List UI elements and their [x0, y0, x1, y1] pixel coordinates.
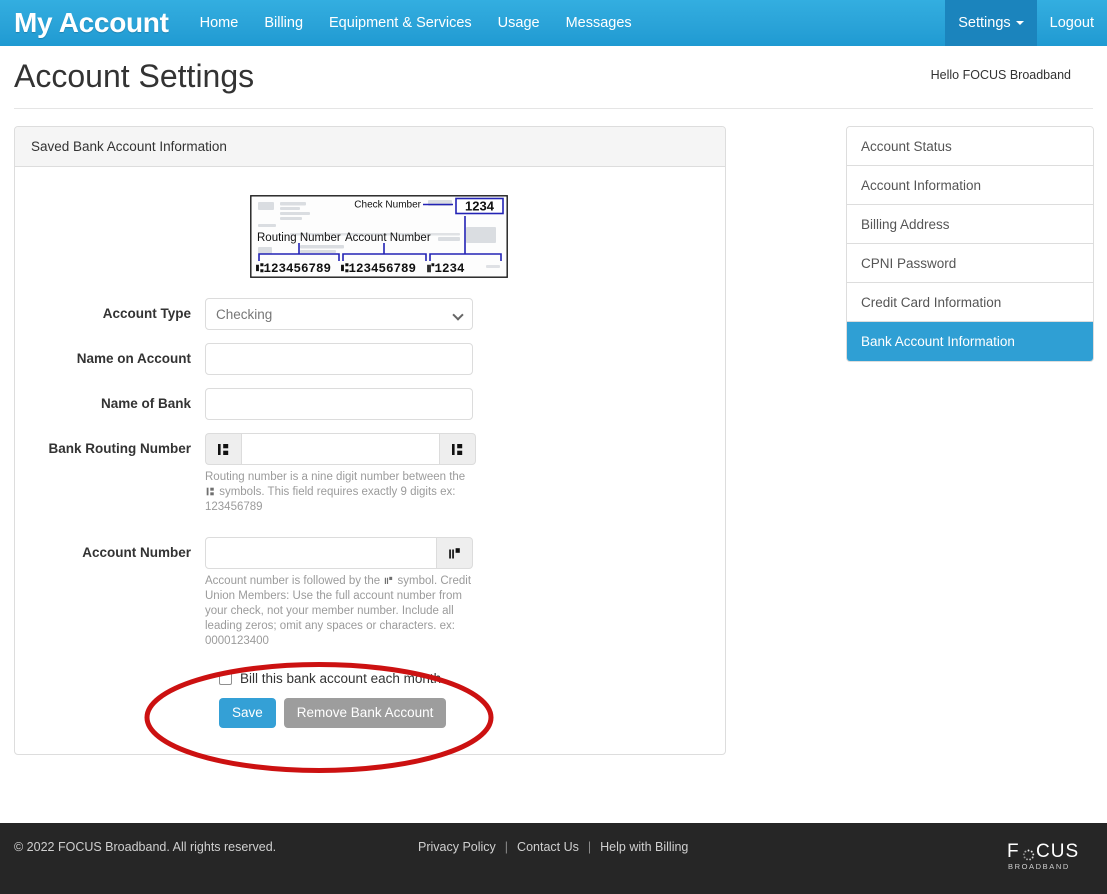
footer-logo: F CUS BROADBAND: [1007, 839, 1093, 878]
header-divider: [14, 108, 1093, 109]
sidebar-item-account-information[interactable]: Account Information: [847, 166, 1093, 205]
field-row-account-type: Account Type Checking Savings: [15, 298, 725, 330]
sample-check-image: 1234 Check Number Routing Number Account…: [33, 195, 725, 278]
footer-link-privacy-policy[interactable]: Privacy Policy: [418, 840, 496, 854]
nav-item-billing[interactable]: Billing: [251, 0, 316, 46]
svg-text:Routing Number: Routing Number: [257, 232, 341, 244]
help-text-before: Routing number is a nine digit number be…: [205, 471, 466, 483]
svg-text:Check Number: Check Number: [354, 200, 421, 211]
save-button[interactable]: Save: [219, 698, 276, 728]
control-account-number: Account number is followed by the symbol…: [205, 537, 473, 649]
nav-item-logout[interactable]: Logout: [1037, 0, 1107, 46]
name-on-account-input[interactable]: [205, 343, 473, 375]
label-account-number: Account Number: [82, 545, 191, 560]
bank-routing-number-input[interactable]: [241, 433, 440, 465]
field-row-account-number: Account Number Account number is followe…: [15, 537, 725, 649]
primary-nav: Home Billing Equipment & Services Usage …: [187, 0, 645, 46]
field-row-name-on-account: Name on Account: [15, 343, 725, 375]
sidebar-item-account-status[interactable]: Account Status: [847, 127, 1093, 166]
svg-text:1234: 1234: [465, 199, 495, 214]
panel-body: 1234 Check Number Routing Number Account…: [15, 167, 725, 754]
logo-subtitle: BROADBAND: [1008, 862, 1070, 871]
nav-settings-label: Settings: [958, 15, 1011, 31]
chevron-down-icon: [1015, 21, 1024, 25]
svg-text:CUS: CUS: [1036, 841, 1079, 862]
account-number-help: Account number is followed by the symbol…: [205, 574, 477, 649]
footer-separator: |: [587, 840, 592, 854]
label-bank-routing-number: Bank Routing Number: [48, 441, 191, 456]
name-of-bank-input[interactable]: [205, 388, 473, 420]
bank-account-panel: Saved Bank Account Information 1234 Chec…: [14, 126, 726, 755]
svg-text:F: F: [1007, 841, 1020, 862]
nav-item-equipment-services[interactable]: Equipment & Services: [316, 0, 485, 46]
micr-transit-symbol-glyph: [452, 443, 463, 455]
bank-routing-number-help: Routing number is a nine digit number be…: [205, 470, 477, 515]
label-name-on-account: Name on Account: [76, 351, 191, 366]
sidebar-item-bank-account-information[interactable]: Bank Account Information: [847, 322, 1093, 361]
bill-monthly-checkbox-row[interactable]: Bill this bank account each month: [219, 671, 725, 686]
secondary-nav: Settings Logout: [945, 0, 1107, 46]
button-row: Save Remove Bank Account: [219, 698, 725, 728]
micr-transit-symbol-glyph: [218, 443, 229, 455]
account-number-input[interactable]: [205, 537, 437, 569]
micr-onus-symbol-icon: [437, 537, 473, 569]
svg-text:Account Number: Account Number: [345, 232, 431, 244]
page-header: Account Settings Hello FOCUS Broadband: [0, 46, 1107, 114]
svg-text:⑆123456789: ⑆123456789: [341, 262, 416, 276]
brand-logo[interactable]: My Account: [0, 0, 187, 46]
nav-item-usage[interactable]: Usage: [485, 0, 553, 46]
label-account-type: Account Type: [102, 306, 191, 321]
bill-monthly-label: Bill this bank account each month: [240, 671, 442, 686]
svg-text:⑈1234: ⑈1234: [427, 262, 465, 276]
micr-transit-symbol-icon: [206, 487, 214, 496]
bill-monthly-checkbox[interactable]: [219, 672, 232, 685]
check-diagram-svg: 1234 Check Number Routing Number Account…: [250, 195, 508, 278]
micr-transit-symbol-icon: [205, 433, 241, 465]
help-text-before: Account number is followed by the: [205, 575, 384, 587]
nav-item-messages[interactable]: Messages: [553, 0, 645, 46]
control-account-type: Checking Savings: [205, 298, 473, 330]
micr-onus-symbol-glyph: [449, 547, 460, 558]
nav-item-home[interactable]: Home: [187, 0, 252, 46]
control-name-of-bank: [205, 388, 473, 420]
footer-links: Privacy Policy | Contact Us | Help with …: [418, 840, 688, 854]
field-row-name-of-bank: Name of Bank: [15, 388, 725, 420]
account-type-select[interactable]: Checking Savings: [205, 298, 473, 330]
footer-separator: |: [504, 840, 509, 854]
top-navbar: My Account Home Billing Equipment & Serv…: [0, 0, 1107, 46]
panel-heading: Saved Bank Account Information: [15, 127, 725, 167]
footer-link-contact-us[interactable]: Contact Us: [517, 840, 579, 854]
focus-broadband-logo-icon: F CUS BROADBAND: [1007, 841, 1079, 871]
control-bank-routing-number: Routing number is a nine digit number be…: [205, 433, 476, 515]
page-footer: © 2022 FOCUS Broadband. All rights reser…: [0, 823, 1107, 894]
sidebar-item-cpni-password[interactable]: CPNI Password: [847, 244, 1093, 283]
help-text-after: symbols. This field requires exactly 9 d…: [205, 486, 456, 513]
sidebar-item-credit-card-information[interactable]: Credit Card Information: [847, 283, 1093, 322]
footer-copyright: © 2022 FOCUS Broadband. All rights reser…: [14, 840, 277, 854]
micr-transit-symbol-icon: [440, 433, 476, 465]
footer-link-help-with-billing[interactable]: Help with Billing: [600, 840, 688, 854]
control-name-on-account: [205, 343, 473, 375]
page-title: Account Settings: [14, 58, 255, 94]
user-greeting: Hello FOCUS Broadband: [930, 68, 1071, 82]
svg-text:⑆123456789: ⑆123456789: [256, 262, 331, 276]
sidebar-item-billing-address[interactable]: Billing Address: [847, 205, 1093, 244]
nav-item-settings[interactable]: Settings: [945, 0, 1037, 46]
micr-onus-symbol-icon: [385, 576, 393, 584]
label-name-of-bank: Name of Bank: [100, 396, 191, 411]
field-row-bank-routing-number: Bank Routing Number Routing number is a …: [15, 433, 725, 515]
remove-bank-account-button[interactable]: Remove Bank Account: [283, 698, 447, 728]
settings-sidebar: Account Status Account Information Billi…: [846, 126, 1094, 362]
panel-actions: Bill this bank account each month Save R…: [205, 671, 725, 728]
